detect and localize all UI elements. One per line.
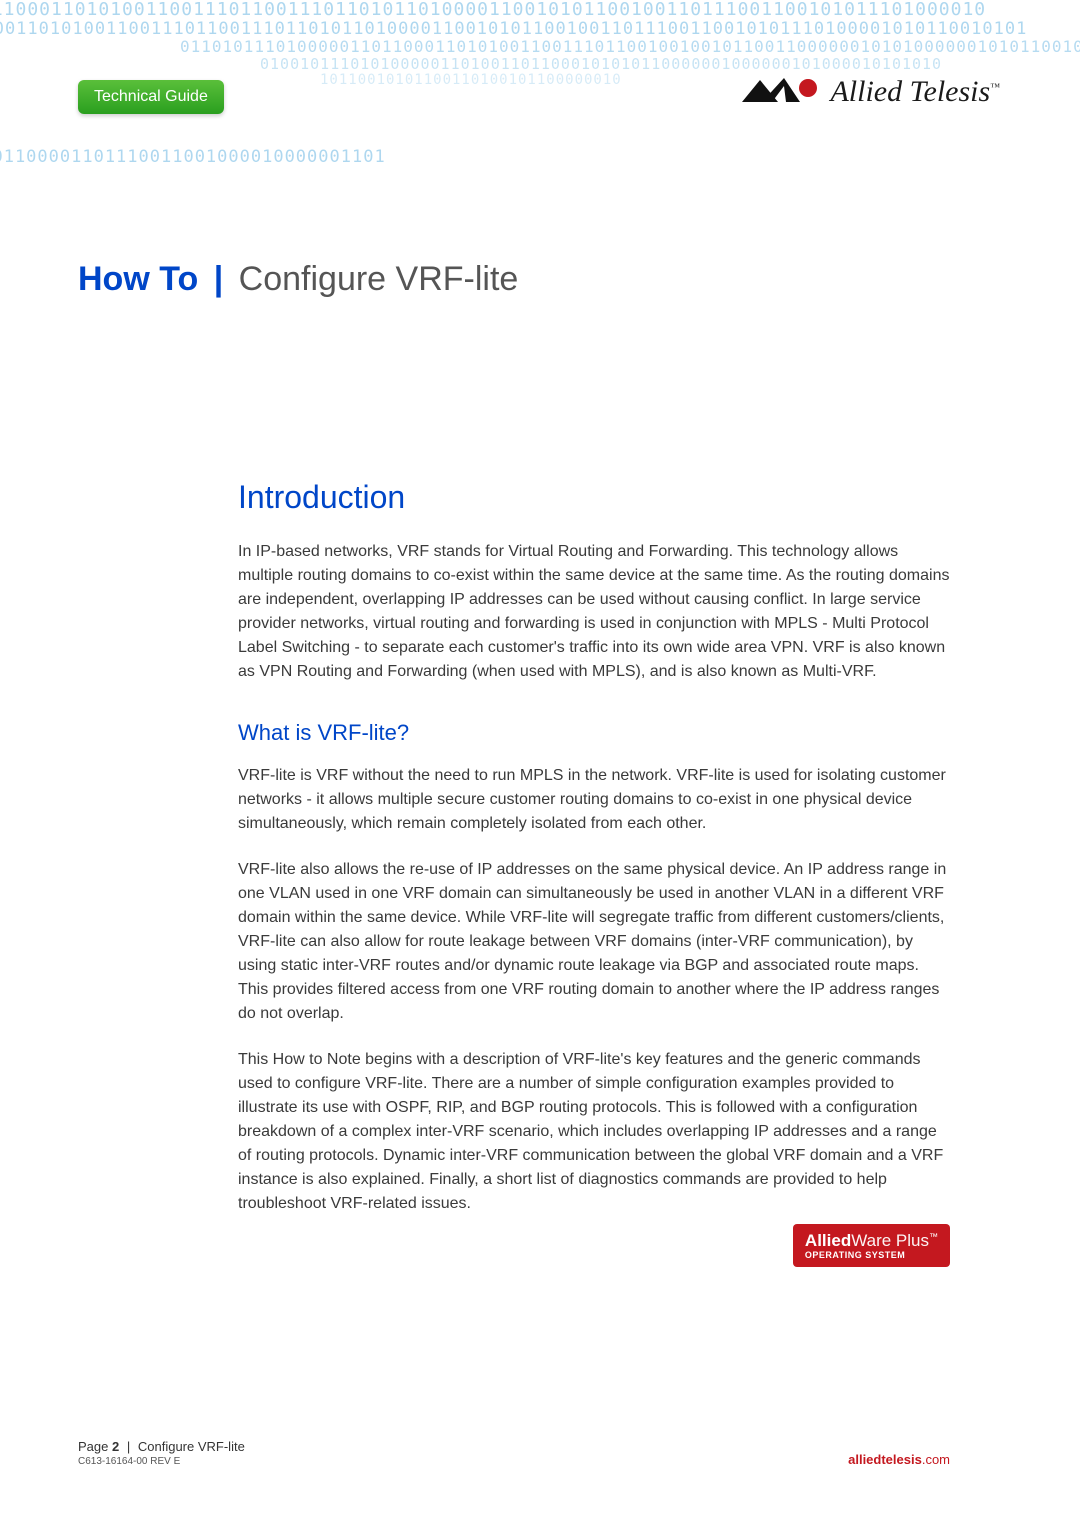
content-area: Introduction In IP-based networks, VRF s… bbox=[238, 479, 950, 1216]
vrf-lite-paragraph-1: VRF-lite is VRF without the need to run … bbox=[238, 764, 950, 836]
footer-site: alliedtelesis.com bbox=[848, 1452, 950, 1467]
page-title: How To | Configure VRF-lite bbox=[78, 260, 1080, 299]
vrf-lite-paragraph-2: VRF-lite also allows the re-use of IP ad… bbox=[238, 858, 950, 1026]
footer-left: Page 2 | Configure VRF-lite C613-16164-0… bbox=[78, 1439, 245, 1467]
header-band: 0110001101010011001110110011101101011010… bbox=[0, 0, 1080, 240]
binary-background: 0110001101010011001110110011101101011010… bbox=[0, 0, 1080, 240]
brand-logo: Allied Telesis™ bbox=[742, 75, 1000, 109]
brand-mark-icon bbox=[742, 76, 820, 108]
page-number: 2 bbox=[112, 1439, 119, 1454]
awp-subtitle: OPERATING SYSTEM bbox=[805, 1251, 938, 1261]
technical-guide-label: Technical Guide bbox=[94, 88, 208, 105]
awp-title: AlliedWare Plus™ bbox=[805, 1232, 938, 1251]
footer-doc-code: C613-16164-00 REV E bbox=[78, 1456, 245, 1467]
page-footer: Page 2 | Configure VRF-lite C613-16164-0… bbox=[78, 1439, 950, 1467]
footer-doc-title: Configure VRF-lite bbox=[138, 1439, 245, 1454]
introduction-heading: Introduction bbox=[238, 479, 950, 516]
intro-paragraph: In IP-based networks, VRF stands for Vir… bbox=[238, 540, 950, 684]
alliedware-plus-badge: AlliedWare Plus™ OPERATING SYSTEM bbox=[793, 1224, 950, 1267]
page-word: Page bbox=[78, 1439, 108, 1454]
what-is-vrf-lite-heading: What is VRF-lite? bbox=[238, 720, 950, 746]
title-subject: Configure VRF-lite bbox=[239, 260, 519, 298]
footer-divider: | bbox=[127, 1439, 130, 1454]
howto-prefix: How To bbox=[78, 260, 198, 298]
technical-guide-badge: Technical Guide bbox=[78, 80, 224, 114]
title-separator: | bbox=[214, 260, 224, 298]
brand-name: Allied Telesis™ bbox=[830, 75, 1000, 109]
vrf-lite-paragraph-3: This How to Note begins with a descripti… bbox=[238, 1048, 950, 1216]
